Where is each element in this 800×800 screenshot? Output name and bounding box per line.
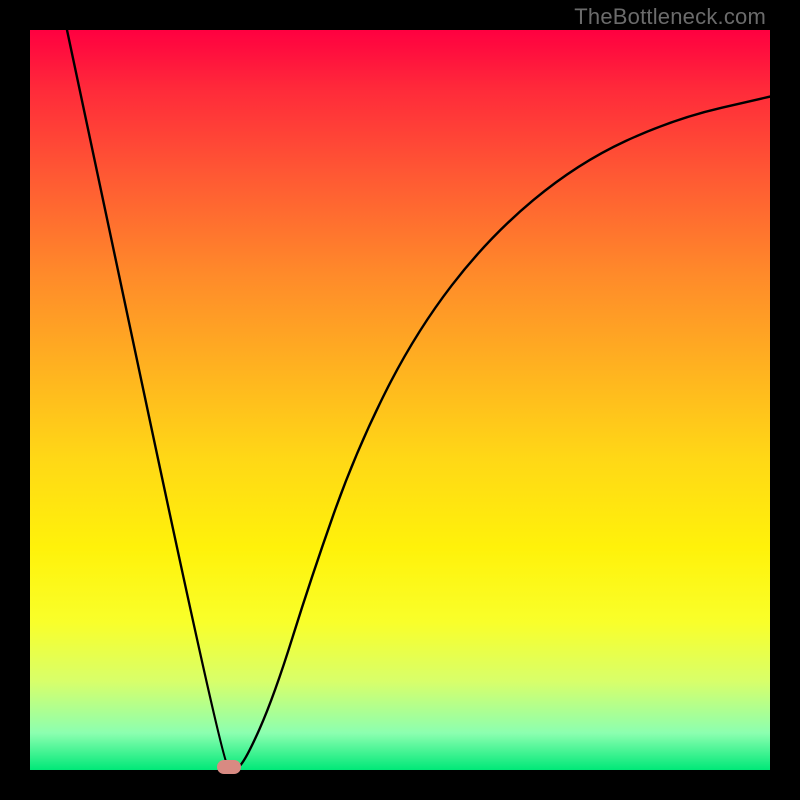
chart-frame: TheBottleneck.com [0,0,800,800]
minimum-marker [217,760,241,774]
bottleneck-curve [67,30,770,768]
plot-area [30,30,770,770]
curve-svg [30,30,770,770]
watermark-text: TheBottleneck.com [574,4,766,30]
